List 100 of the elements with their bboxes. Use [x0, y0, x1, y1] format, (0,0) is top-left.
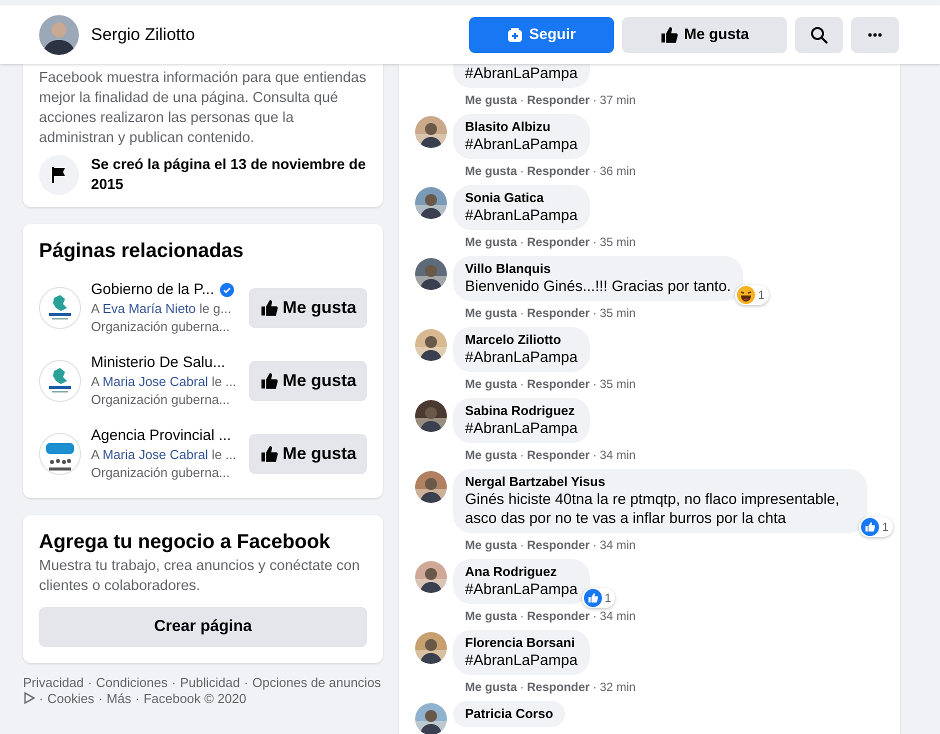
- separator-dot: ·: [135, 691, 140, 707]
- like-button[interactable]: Me gusta: [622, 16, 787, 52]
- friend-link[interactable]: Maria Jose Cabral: [102, 446, 208, 462]
- separator-dot: ·: [592, 679, 597, 695]
- friend-like-text: A Maria Jose Cabral le ...: [91, 446, 238, 464]
- reply-link[interactable]: Responder: [527, 679, 590, 695]
- comment-text: #AbranLaPampa: [465, 64, 578, 83]
- comment-author[interactable]: Ana Rodriguez: [465, 564, 578, 580]
- comment-time: 37 min: [600, 92, 636, 108]
- comment-author[interactable]: Sabina Rodriguez: [465, 403, 578, 419]
- page-logo[interactable]: [39, 360, 81, 402]
- reply-link[interactable]: Responder: [527, 163, 590, 179]
- footer-link[interactable]: Publicidad: [180, 675, 240, 691]
- like-reaction-icon: [861, 518, 879, 536]
- like-link[interactable]: Me gusta: [465, 305, 518, 321]
- reaction-count: 1: [882, 520, 889, 534]
- like-link[interactable]: Me gusta: [465, 608, 518, 624]
- more-icon: [868, 32, 882, 36]
- search-icon: [810, 26, 828, 44]
- comment-author[interactable]: Florencia Borsani: [465, 635, 578, 651]
- avatar[interactable]: [39, 14, 79, 54]
- comment-author[interactable]: Marcelo Ziliotto: [465, 332, 578, 348]
- search-button[interactable]: [795, 16, 843, 52]
- friend-link[interactable]: Eva María Nieto: [102, 300, 196, 316]
- footer-link[interactable]: Facebook © 2020: [144, 691, 246, 707]
- like-link[interactable]: Me gusta: [465, 163, 518, 179]
- like-link[interactable]: Me gusta: [465, 447, 518, 463]
- page-name[interactable]: Agencia Provincial ...: [91, 426, 232, 446]
- separator-dot: ·: [39, 691, 44, 707]
- avatar[interactable]: [415, 258, 447, 290]
- ad-choices-icon: [23, 691, 35, 705]
- avatar[interactable]: [415, 703, 447, 734]
- thumbs-up-icon: [260, 372, 278, 390]
- separator-dot: ·: [520, 679, 524, 695]
- separator-dot: ·: [592, 608, 597, 624]
- separator-dot: ·: [520, 537, 524, 553]
- reply-link[interactable]: Responder: [527, 305, 590, 321]
- avatar[interactable]: [415, 116, 447, 148]
- reply-link[interactable]: Responder: [527, 447, 590, 463]
- footer-link[interactable]: Cookies: [47, 691, 94, 707]
- like-link[interactable]: Me gusta: [465, 537, 518, 553]
- footer-link[interactable]: Más: [106, 691, 132, 707]
- like-link[interactable]: Me gusta: [465, 376, 518, 392]
- created-date: Se creó la página el 13 de noviembre de 2015: [91, 156, 367, 195]
- avatar[interactable]: [415, 632, 447, 664]
- laughing-emoji-icon: [736, 286, 755, 304]
- comment-text: #AbranLaPampa: [465, 348, 578, 367]
- footer-link[interactable]: Condiciones: [96, 675, 168, 691]
- separator-dot: ·: [520, 92, 524, 108]
- comment-time: 35 min: [600, 305, 636, 321]
- separator-dot: ·: [244, 675, 248, 691]
- like-link[interactable]: Me gusta: [465, 679, 518, 695]
- comment-time: 36 min: [600, 163, 636, 179]
- thumbs-up-icon: [660, 26, 678, 44]
- comment-text: #AbranLaPampa: [465, 580, 578, 599]
- comment-author[interactable]: Nergal Bartzabel Yisus: [465, 474, 855, 490]
- follow-button[interactable]: Seguir: [469, 16, 614, 52]
- friend-link[interactable]: Maria Jose Cabral: [102, 374, 208, 388]
- avatar[interactable]: [415, 471, 447, 503]
- reply-link[interactable]: Responder: [527, 92, 590, 108]
- reply-link[interactable]: Responder: [527, 234, 590, 250]
- reply-link[interactable]: Responder: [527, 537, 590, 553]
- comment-time: 34 min: [600, 537, 636, 553]
- reaction-badge[interactable]: 1: [734, 285, 769, 305]
- separator-dot: ·: [172, 675, 176, 691]
- separator-dot: ·: [98, 691, 103, 707]
- avatar[interactable]: [415, 187, 447, 219]
- footer-link[interactable]: Privacidad: [23, 675, 84, 691]
- avatar[interactable]: [415, 329, 447, 361]
- page-name[interactable]: Sergio Ziliotto: [91, 24, 469, 44]
- reaction-badge[interactable]: 1: [582, 588, 616, 608]
- like-button[interactable]: Me gusta: [249, 434, 367, 474]
- comment-time: 34 min: [600, 447, 636, 463]
- reply-link[interactable]: Responder: [527, 376, 590, 392]
- page-category: Organización guberna...: [91, 464, 231, 482]
- like-link[interactable]: Me gusta: [465, 234, 518, 250]
- page-name[interactable]: Gobierno de la P...: [91, 280, 214, 300]
- comment-time: 32 min: [600, 679, 636, 695]
- flag-icon: [39, 155, 79, 195]
- page-logo[interactable]: [39, 286, 81, 328]
- comment-author[interactable]: Patricia Corso: [465, 706, 554, 722]
- reaction-badge[interactable]: 1: [859, 517, 893, 537]
- create-page-button[interactable]: Crear página: [39, 607, 367, 647]
- like-button[interactable]: Me gusta: [249, 360, 367, 400]
- like-button[interactable]: Me gusta: [249, 288, 367, 328]
- separator-dot: ·: [520, 163, 524, 179]
- separator-dot: ·: [520, 376, 524, 392]
- page-logo[interactable]: [39, 432, 81, 474]
- avatar[interactable]: [415, 400, 447, 432]
- friend-like-text: A Eva María Nieto le g...: [91, 300, 232, 318]
- avatar[interactable]: [415, 561, 447, 593]
- comment-author[interactable]: Blasito Albizu: [465, 119, 578, 135]
- separator-dot: ·: [88, 675, 92, 691]
- page-category: Organización guberna...: [91, 318, 231, 336]
- like-link[interactable]: Me gusta: [465, 92, 518, 108]
- footer-link[interactable]: Opciones de anuncios: [252, 675, 381, 691]
- comment-author[interactable]: Villo Blanquis: [465, 261, 731, 277]
- comment-author[interactable]: Sonia Gatica: [465, 190, 578, 206]
- page-name[interactable]: Ministerio De Salu...: [91, 352, 226, 372]
- reply-link[interactable]: Responder: [527, 608, 590, 624]
